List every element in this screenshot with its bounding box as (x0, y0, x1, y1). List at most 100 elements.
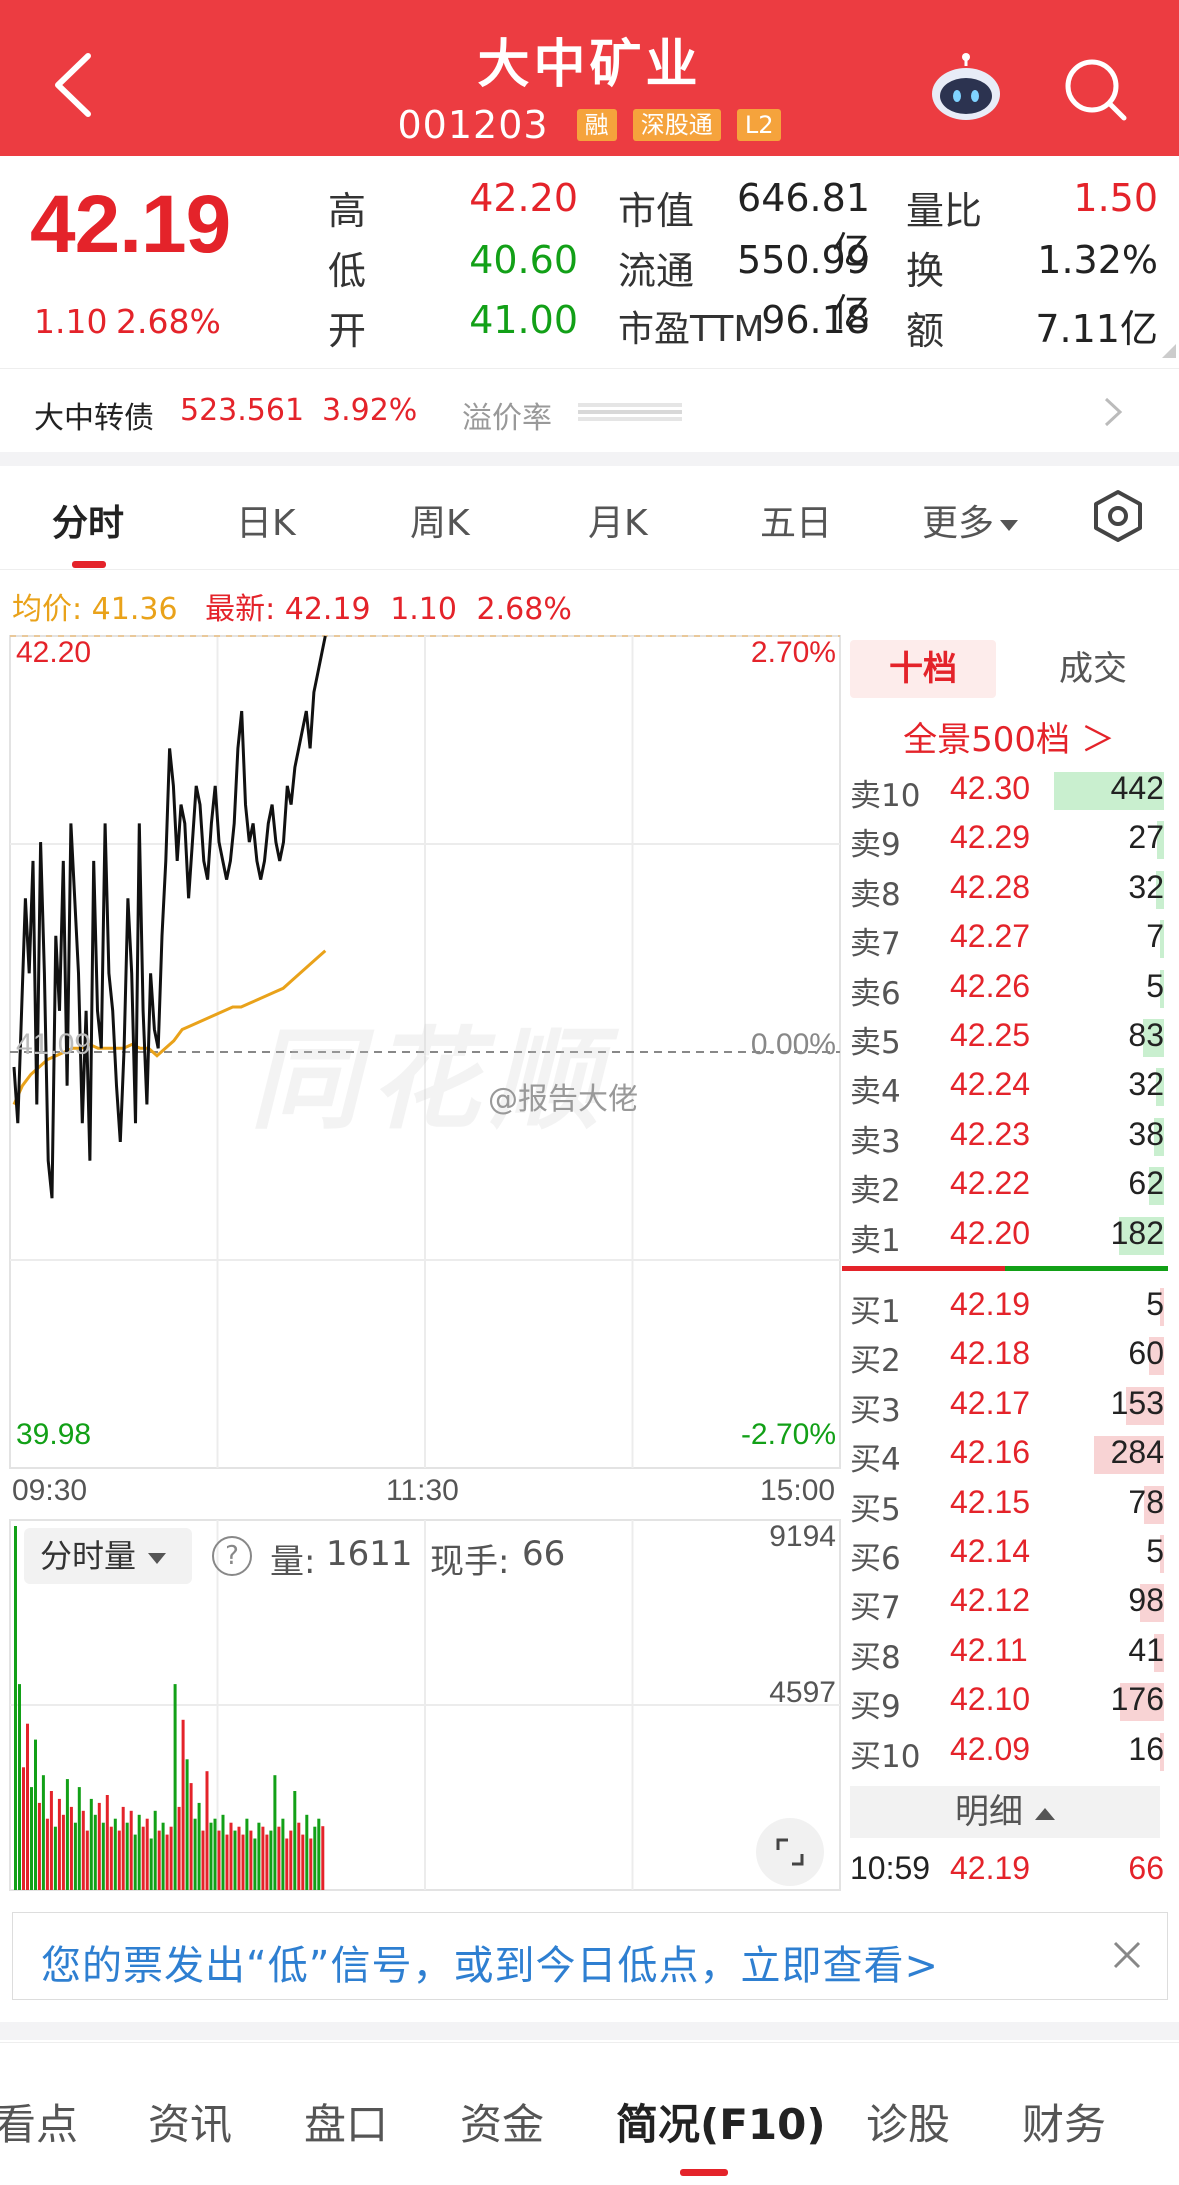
volume-bar (293, 1791, 297, 1890)
ask-level-volume: 7 (1146, 918, 1164, 955)
hand-label: 现手: (430, 1542, 510, 1582)
ask-level-volume: 182 (1110, 1214, 1164, 1251)
volume-bar (18, 1684, 21, 1890)
signal-notice[interactable]: 您的票发出“低”信号，或到今日低点，立即查看> (12, 1912, 1168, 2000)
volume-bar (233, 1830, 237, 1890)
nav-market-depth[interactable]: 盘口 (304, 2091, 388, 2152)
ask-level-price: 42.23 (950, 1115, 1031, 1152)
volume-bar (245, 1818, 249, 1890)
nav-profile-f10[interactable]: 简况(F10) (616, 2091, 826, 2152)
ask-level-row[interactable]: 卖5 42.25 83 (850, 1013, 1166, 1061)
bid-level-row[interactable]: 买6 42.14 5 (850, 1529, 1166, 1577)
bid-level-label: 买9 (850, 1689, 901, 1726)
ask-level-price: 42.25 (950, 1017, 1031, 1053)
volume-bar (69, 1806, 73, 1890)
bid-level-price: 42.12 (950, 1582, 1031, 1619)
volume-bar (173, 1684, 177, 1890)
volume-bar (273, 1775, 277, 1890)
ask-level-label: 卖4 (850, 1074, 901, 1111)
bid-level-row[interactable]: 买10 42.09 16 (850, 1727, 1166, 1775)
bid-level-row[interactable]: 买7 42.12 98 (850, 1578, 1166, 1626)
volume-bar (213, 1818, 217, 1890)
ask-level-row[interactable]: 卖10 42.30 442 (850, 766, 1166, 814)
volume-bar (181, 1719, 185, 1890)
bid-level-price: 42.19 (950, 1286, 1031, 1322)
bid-level-row[interactable]: 买8 42.11 41 (850, 1628, 1166, 1676)
ask-level-row[interactable]: 卖7 42.27 7 (850, 914, 1166, 962)
volume-bar (109, 1826, 113, 1890)
close-icon[interactable] (1109, 1937, 1145, 1973)
bid-level-price: 42.15 (950, 1483, 1031, 1520)
y-tick-top-right: 2.70% (750, 636, 836, 669)
ask-level-row[interactable]: 卖8 42.28 32 (850, 865, 1166, 913)
ask-level-price: 42.24 (950, 1066, 1031, 1103)
volume-bar (26, 1723, 29, 1890)
notice-text[interactable]: 您的票发出“低”信号，或到今日低点，立即查看> (41, 1933, 939, 1991)
volume-bar (49, 1791, 53, 1890)
bid-level-row[interactable]: 买9 42.10 176 (850, 1677, 1166, 1725)
caret-down-icon (148, 1552, 167, 1564)
latest-trade-row: 10:59 42.19 66 (850, 1850, 1166, 1894)
volume-bar (161, 1822, 165, 1890)
ask-level-row[interactable]: 卖3 42.23 38 (850, 1112, 1166, 1160)
volume-bar (41, 1775, 45, 1890)
volume-bar (77, 1787, 81, 1890)
volume-bar (125, 1822, 129, 1890)
bid-level-volume: 284 (1110, 1434, 1164, 1471)
volume-bar (185, 1759, 189, 1890)
volume-bar (229, 1822, 233, 1890)
ask-level-label: 卖6 (850, 975, 901, 1012)
volume-bar (105, 1795, 109, 1890)
volume-bar (117, 1830, 121, 1890)
nav-financials[interactable]: 财务 (1022, 2091, 1106, 2152)
volume-bar (237, 1826, 241, 1890)
ask-level-label: 卖9 (850, 827, 901, 864)
nav-news[interactable]: 资讯 (148, 2091, 232, 2152)
volume-bar (301, 1834, 305, 1890)
bid-level-price: 42.10 (950, 1681, 1031, 1718)
help-icon[interactable]: ? (212, 1536, 252, 1576)
volume-bar (53, 1826, 57, 1890)
ask-level-label: 卖7 (850, 926, 901, 963)
bid-level-price: 42.09 (950, 1730, 1031, 1767)
x-tick-close: 15:00 (760, 1474, 836, 1507)
volume-bar (22, 1767, 25, 1890)
ask-level-row[interactable]: 卖2 42.22 62 (850, 1161, 1166, 1209)
volume-indicator-select[interactable]: 分时量 (24, 1528, 192, 1584)
ask-level-volume: 5 (1146, 967, 1164, 1004)
bid-level-row[interactable]: 买3 42.17 153 (850, 1381, 1166, 1429)
volume-bar (305, 1814, 309, 1890)
bid-level-price: 42.11 (950, 1631, 1028, 1668)
volume-indicator-label: 分时量 (40, 1537, 137, 1575)
y-tick-bottom-left: 39.98 (16, 1418, 92, 1451)
volume-bar (137, 1814, 141, 1890)
brand-watermark: 同花顺 (250, 1016, 610, 1144)
nav-fund-flow[interactable]: 资金 (460, 2091, 544, 2152)
bid-level-row[interactable]: 买1 42.19 5 (850, 1282, 1166, 1330)
tab-trades[interactable]: 成交 (1020, 640, 1166, 698)
bid-level-row[interactable]: 买2 42.18 60 (850, 1331, 1166, 1379)
ask-level-row[interactable]: 卖1 42.20 182 (850, 1211, 1166, 1259)
fullscreen-button[interactable] (756, 1818, 824, 1886)
ask-level-row[interactable]: 卖9 42.29 27 (850, 815, 1166, 863)
x-tick-open: 09:30 (12, 1474, 88, 1507)
volume-bar (129, 1810, 133, 1890)
bid-level-row[interactable]: 买4 42.16 284 (850, 1430, 1166, 1478)
volume-bar (177, 1806, 181, 1890)
bid-level-volume: 98 (1128, 1582, 1164, 1619)
weibo-watermark: @报告大佬 (488, 1082, 638, 1117)
volume-bar (73, 1822, 77, 1890)
nav-diagnosis[interactable]: 诊股 (866, 2091, 950, 2152)
nav-highlights[interactable]: 看点 (0, 2091, 78, 2152)
trade-price: 42.19 (950, 1850, 1031, 1886)
bid-level-volume: 153 (1110, 1384, 1164, 1421)
detail-toggle[interactable]: 明细 (850, 1786, 1160, 1838)
ask-level-row[interactable]: 卖6 42.26 5 (850, 964, 1166, 1012)
ask-level-row[interactable]: 卖4 42.24 32 (850, 1062, 1166, 1110)
bid-level-row[interactable]: 买5 42.15 78 (850, 1480, 1166, 1528)
ask-level-price: 42.28 (950, 868, 1031, 905)
fullscreen-icon (776, 1838, 804, 1866)
tab-ten-levels[interactable]: 十档 (850, 640, 996, 698)
volume-bar (253, 1838, 257, 1890)
panorama-500-link[interactable]: 全景500档 ＞ (850, 712, 1168, 761)
